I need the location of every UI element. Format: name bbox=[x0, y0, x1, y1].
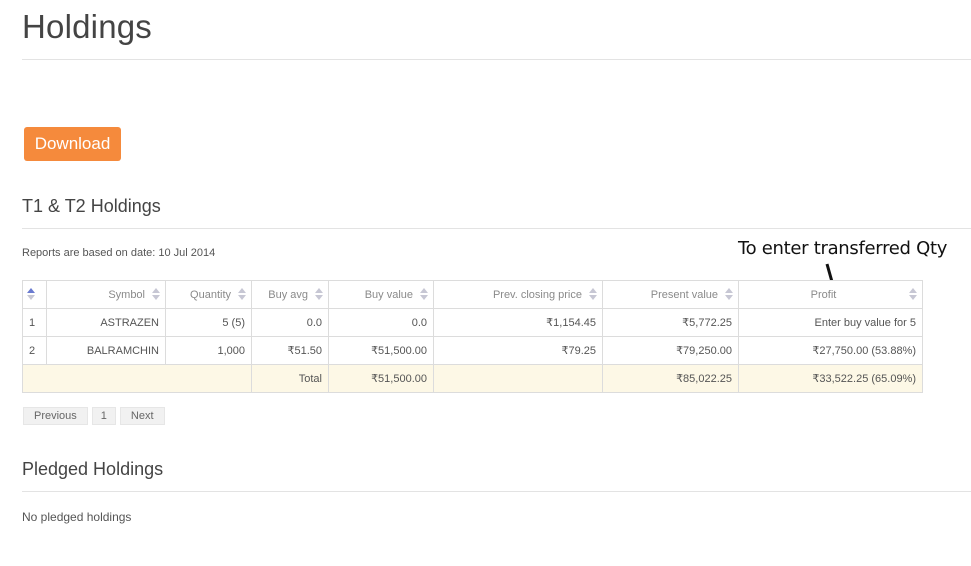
holdings-table: Symbol Quantity Buy avg Buy value Prev. … bbox=[22, 280, 923, 393]
t1t2-section-title: T1 & T2 Holdings bbox=[22, 196, 161, 216]
total-present-value: ₹85,022.25 bbox=[602, 364, 739, 393]
quantity-column-header[interactable]: Quantity bbox=[165, 280, 252, 309]
sort-icon bbox=[27, 287, 35, 301]
prev-close-cell: ₹79.25 bbox=[433, 336, 603, 365]
download-button[interactable]: Download bbox=[24, 127, 121, 161]
t1t2-divider bbox=[22, 228, 971, 229]
page-1-button[interactable]: 1 bbox=[91, 407, 116, 425]
sort-icon bbox=[909, 288, 917, 301]
no-pledged-message: No pledged holdings bbox=[22, 510, 132, 524]
total-buy-value: ₹51,500.00 bbox=[328, 364, 434, 393]
index-column-header[interactable] bbox=[22, 280, 47, 309]
report-date: Reports are based on date: 10 Jul 2014 bbox=[22, 247, 216, 259]
row-index: 1 bbox=[22, 308, 47, 337]
total-profit: ₹33,522.25 (65.09%) bbox=[738, 364, 923, 393]
sort-icon bbox=[725, 288, 733, 301]
buy-value-column-header[interactable]: Buy value bbox=[328, 280, 434, 309]
present-value-column-header[interactable]: Present value bbox=[602, 280, 739, 309]
total-row: Total ₹51,500.00 ₹85,022.25 ₹33,522.25 (… bbox=[22, 364, 923, 393]
sort-icon bbox=[152, 288, 160, 301]
table-row: 2 BALRAMCHIN 1,000 ₹51.50 ₹51,500.00 ₹79… bbox=[22, 336, 923, 365]
sort-icon bbox=[589, 288, 597, 301]
present-value-cell: ₹5,772.25 bbox=[602, 308, 739, 337]
title-divider bbox=[22, 59, 971, 60]
pledged-section-title: Pledged Holdings bbox=[22, 459, 164, 479]
profit-column-header[interactable]: Profit bbox=[738, 280, 923, 309]
total-blank-cell bbox=[433, 364, 603, 393]
total-label: Total bbox=[251, 364, 329, 393]
profit-cell: ₹27,750.00 (53.88%) bbox=[738, 336, 923, 365]
buy-avg-cell: 0.0 bbox=[251, 308, 329, 337]
present-value-cell: ₹79,250.00 bbox=[602, 336, 739, 365]
symbol-cell: BALRAMCHIN bbox=[46, 336, 166, 365]
buy-avg-cell: ₹51.50 bbox=[251, 336, 329, 365]
enter-buy-value-link[interactable]: Enter buy value for 5 bbox=[738, 308, 923, 337]
prev-close-cell: ₹1,154.45 bbox=[433, 308, 603, 337]
page-title: Holdings bbox=[22, 8, 153, 45]
quantity-cell: 1,000 bbox=[165, 336, 252, 365]
sort-icon bbox=[315, 288, 323, 301]
previous-page-button[interactable]: Previous bbox=[23, 407, 88, 425]
prev-closing-column-header[interactable]: Prev. closing price bbox=[433, 280, 603, 309]
table-row: 1 ASTRAZEN 5 (5) 0.0 0.0 ₹1,154.45 ₹5,77… bbox=[22, 308, 923, 337]
table-header-row: Symbol Quantity Buy avg Buy value Prev. … bbox=[22, 280, 923, 309]
annotation-text: To enter transferred Qty bbox=[738, 238, 948, 259]
pagination: Previous 1 Next bbox=[23, 407, 165, 425]
total-blank-cell bbox=[22, 364, 252, 393]
buy-value-cell: 0.0 bbox=[328, 308, 434, 337]
sort-icon bbox=[420, 288, 428, 301]
symbol-cell: ASTRAZEN bbox=[46, 308, 166, 337]
quantity-cell: 5 (5) bbox=[165, 308, 252, 337]
next-page-button[interactable]: Next bbox=[119, 407, 165, 425]
buy-avg-column-header[interactable]: Buy avg bbox=[251, 280, 329, 309]
symbol-column-header[interactable]: Symbol bbox=[46, 280, 166, 309]
pledged-divider bbox=[22, 491, 971, 492]
row-index: 2 bbox=[22, 336, 47, 365]
buy-value-cell: ₹51,500.00 bbox=[328, 336, 434, 365]
sort-icon bbox=[238, 288, 246, 301]
